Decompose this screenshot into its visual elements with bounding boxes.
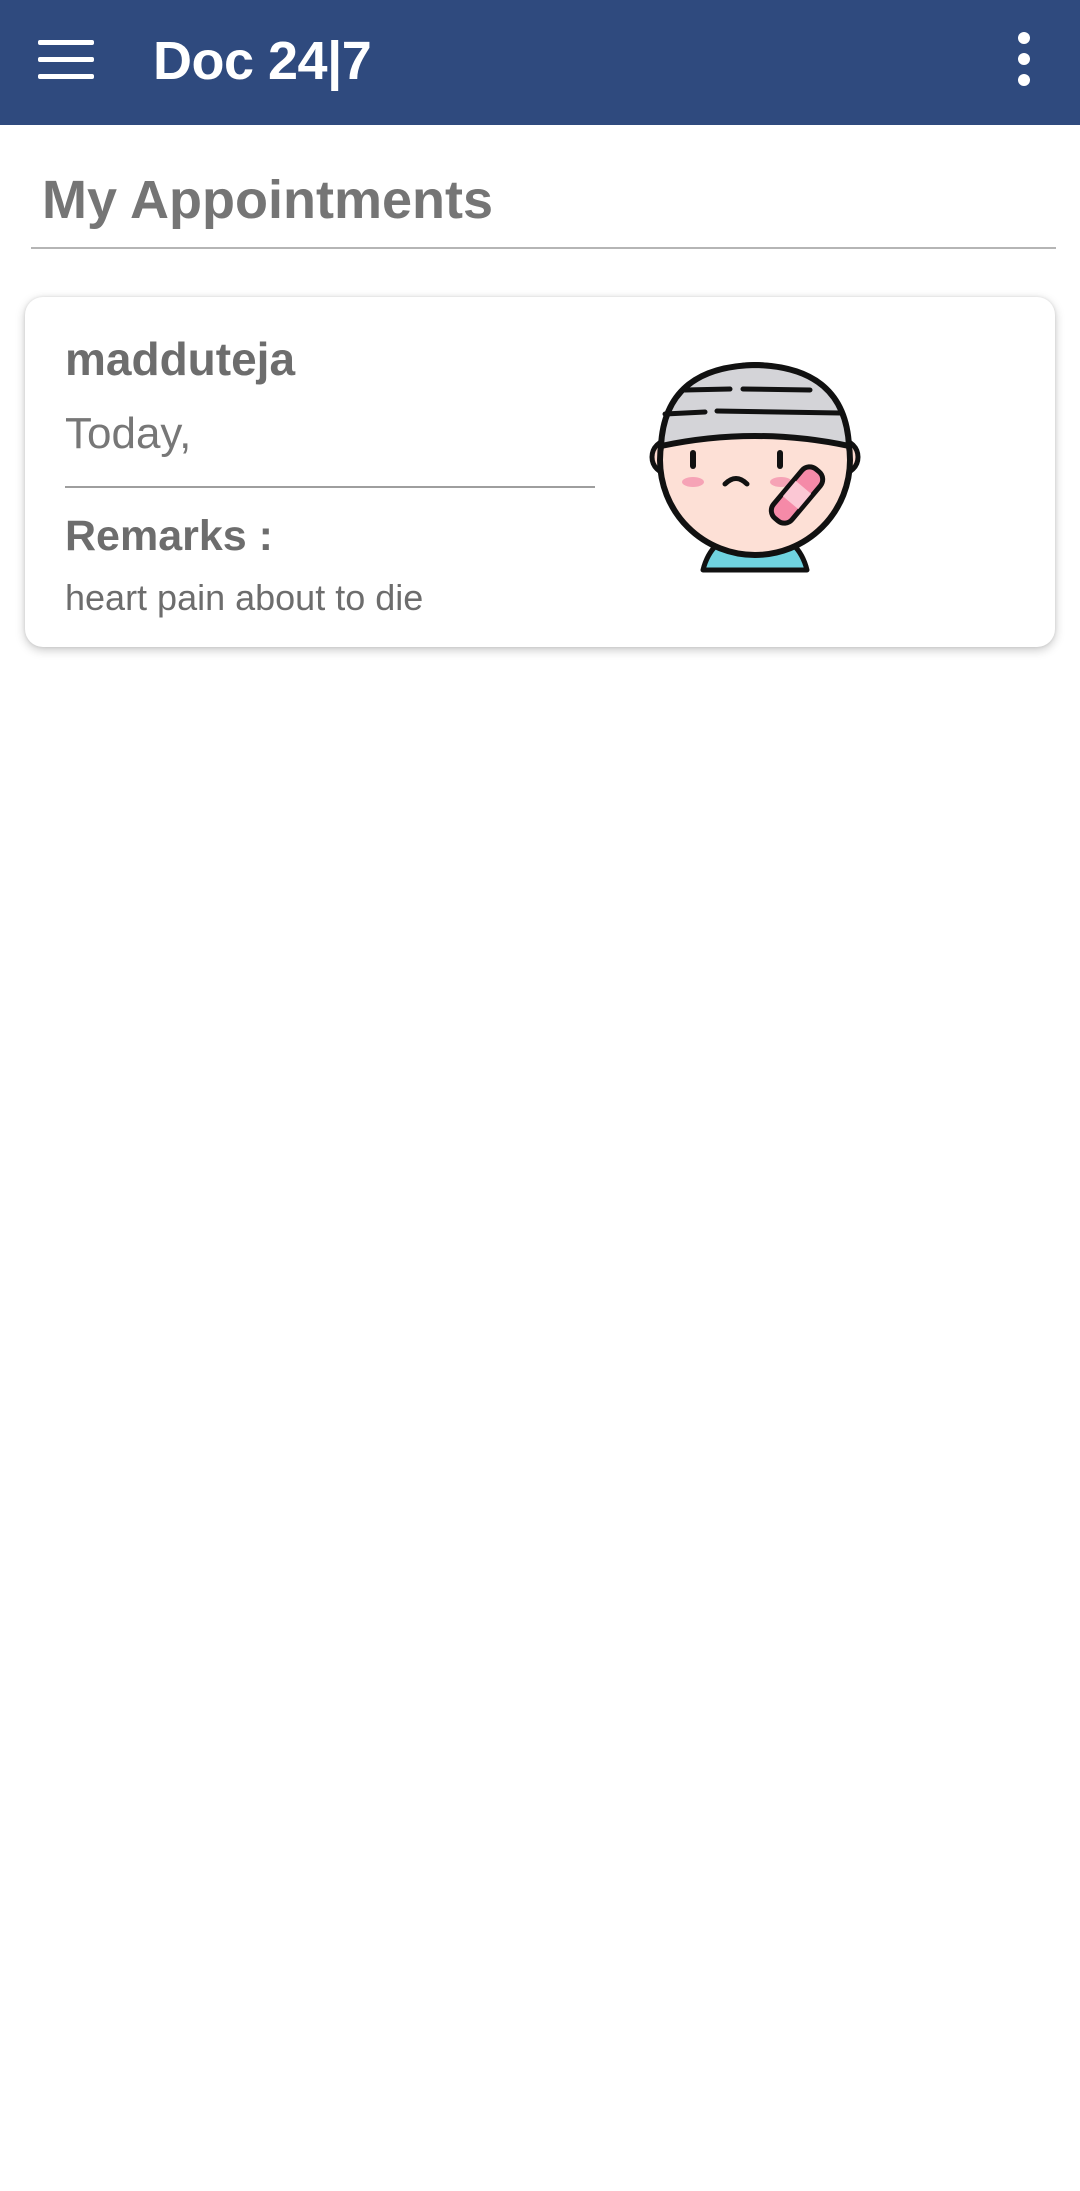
app-bar: Doc 24|7 (0, 0, 1080, 125)
appointment-card[interactable]: madduteja Today, Remarks : heart pain ab… (25, 297, 1055, 647)
page-title: My Appointments (42, 170, 493, 230)
remarks-label: Remarks : (65, 512, 273, 560)
title-divider (31, 247, 1056, 249)
appointment-date: Today, (65, 409, 192, 458)
app-title: Doc 24|7 (153, 31, 372, 91)
remarks-text: heart pain about to die (65, 577, 424, 618)
card-divider (65, 486, 595, 488)
patient-name: madduteja (65, 333, 296, 385)
hamburger-menu-icon[interactable] (36, 36, 96, 84)
more-vert-icon[interactable] (1010, 30, 1040, 90)
sick-boy-avatar-icon (649, 362, 861, 573)
